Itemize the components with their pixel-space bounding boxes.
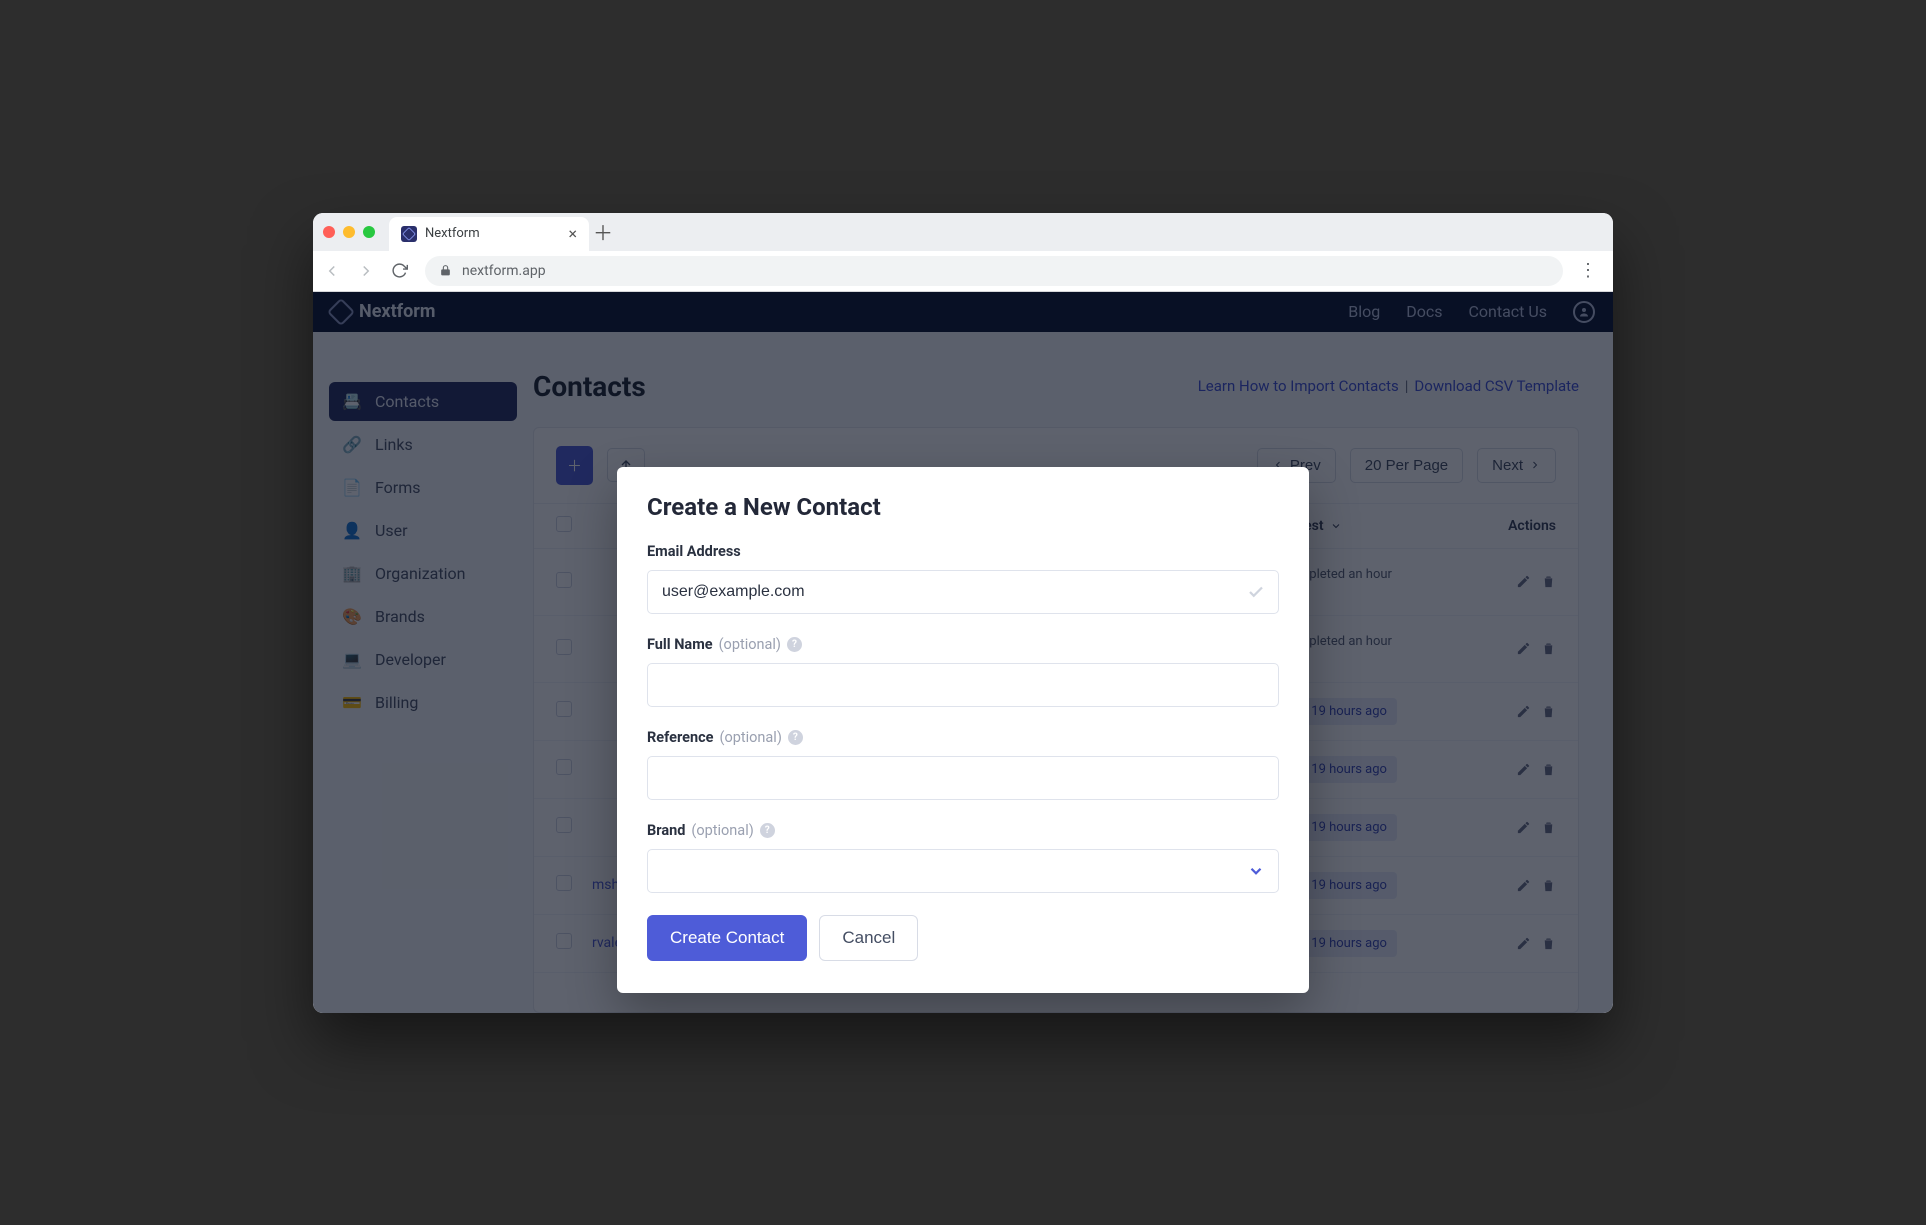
check-icon [1247,583,1265,601]
brand-label: Brand [647,822,685,839]
reference-label: Reference [647,729,714,746]
fullname-label: Full Name [647,636,713,653]
modal-title: Create a New Contact [647,493,1279,521]
create-contact-button[interactable]: Create Contact [647,915,807,961]
help-icon[interactable]: ? [787,637,802,652]
browser-tab[interactable]: Nextform × [389,217,589,251]
browser-chrome: Nextform × ＋ nextform.app ⋮ [313,213,1613,292]
field-fullname: Full Name (optional) ? [647,636,1279,707]
help-icon[interactable]: ? [760,823,775,838]
url-text: nextform.app [462,263,546,279]
tab-title: Nextform [425,226,480,241]
maximize-window-icon[interactable] [363,226,375,238]
forward-button[interactable] [357,262,381,280]
browser-window: Nextform × ＋ nextform.app ⋮ [313,213,1613,1013]
help-icon[interactable]: ? [788,730,803,745]
cancel-button[interactable]: Cancel [819,915,918,961]
back-button[interactable] [323,262,347,280]
url-field[interactable]: nextform.app [425,256,1563,286]
browser-menu-button[interactable]: ⋮ [1573,260,1603,281]
brand-select[interactable] [647,849,1279,893]
address-bar: nextform.app ⋮ [313,251,1613,291]
email-label: Email Address [647,543,741,560]
close-tab-icon[interactable]: × [568,224,577,243]
chevron-down-icon [1247,862,1265,880]
reference-input[interactable] [647,756,1279,800]
favicon-icon [401,226,417,242]
optional-tag: (optional) [720,729,782,746]
field-reference: Reference (optional) ? [647,729,1279,800]
close-window-icon[interactable] [323,226,335,238]
app-viewport: Nextform Blog Docs Contact Us 📇 Contacts… [313,292,1613,1013]
field-email: Email Address [647,543,1279,614]
email-input[interactable] [647,570,1279,614]
tab-strip: Nextform × ＋ [313,213,1613,251]
optional-tag: (optional) [719,636,781,653]
optional-tag: (optional) [691,822,753,839]
lock-icon [439,264,452,277]
window-controls [323,226,375,238]
create-contact-modal: Create a New Contact Email Address Full … [617,467,1309,993]
reload-button[interactable] [391,262,415,279]
minimize-window-icon[interactable] [343,226,355,238]
fullname-input[interactable] [647,663,1279,707]
new-tab-button[interactable]: ＋ [589,217,617,246]
modal-actions: Create Contact Cancel [647,915,1279,961]
field-brand: Brand (optional) ? [647,822,1279,893]
